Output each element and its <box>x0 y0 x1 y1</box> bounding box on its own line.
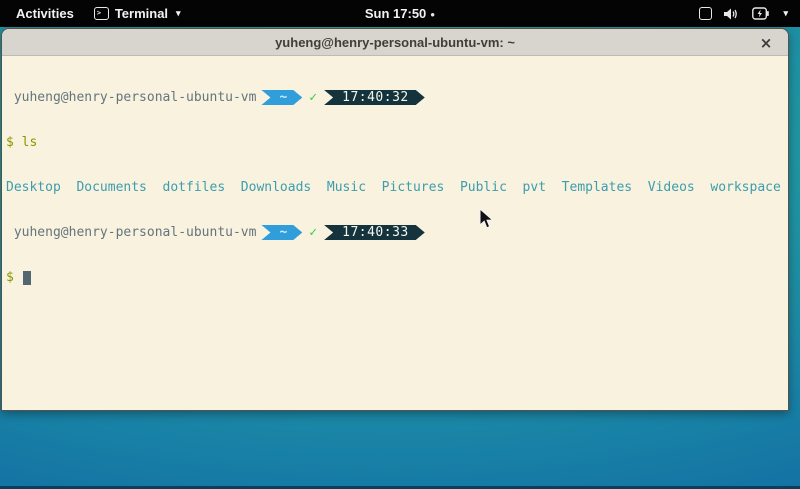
prompt-time-ribbon: 17:40:32 <box>324 90 425 105</box>
directory-name: Videos <box>648 180 695 195</box>
directory-name: workspace <box>710 180 780 195</box>
check-icon: ✓ <box>309 90 317 105</box>
prompt-user: yuheng@henry-personal-ubuntu-vm <box>6 90 256 105</box>
battery-charging-icon[interactable] <box>752 7 769 20</box>
top-bar: Activities > Terminal ▾ Sun 17:50 ● ▾ <box>0 0 800 27</box>
text-cursor <box>23 271 31 285</box>
directory-name: Public <box>460 180 507 195</box>
directory-name: Pictures <box>382 180 445 195</box>
prompt-user: yuheng@henry-personal-ubuntu-vm <box>6 225 256 240</box>
ls-output-line: Desktop Documents dotfiles Downloads Music Pi… <box>6 180 786 195</box>
clock-button[interactable]: Sun 17:50 ● <box>365 6 435 21</box>
volume-icon[interactable] <box>724 7 740 21</box>
prompt-time-ribbon: 17:40:33 <box>324 225 425 240</box>
directory-name: Music <box>327 180 366 195</box>
app-menu-terminal[interactable]: > Terminal ▾ <box>94 6 181 21</box>
directory-name: Templates <box>562 180 632 195</box>
current-input-line: $ <box>6 270 786 285</box>
prompt-path-ribbon: ~ <box>261 225 302 240</box>
window-titlebar[interactable]: yuheng@henry-personal-ubuntu-vm: ~ × <box>2 29 788 56</box>
terminal-content[interactable]: yuheng@henry-personal-ubuntu-vm ~ ✓ 17:4… <box>2 56 788 411</box>
activities-button[interactable]: Activities <box>10 6 80 21</box>
prompt-line-1: yuheng@henry-personal-ubuntu-vm ~ ✓ 17:4… <box>6 90 786 105</box>
directory-name: Desktop <box>6 180 61 195</box>
prompt-symbol: $ <box>6 135 22 150</box>
directory-name: Downloads <box>241 180 311 195</box>
system-tray[interactable]: ▾ <box>699 7 800 21</box>
display-icon[interactable] <box>699 7 712 20</box>
prompt-symbol: $ <box>6 270 14 285</box>
tray-chevron-down-icon[interactable]: ▾ <box>783 8 788 19</box>
window-title: yuheng@henry-personal-ubuntu-vm: ~ <box>275 35 515 50</box>
app-menu-label: Terminal <box>115 6 168 21</box>
directory-name: pvt <box>523 180 546 195</box>
directory-name: Documents <box>76 180 146 195</box>
directory-name: dotfiles <box>163 180 226 195</box>
command-line: $ ls <box>6 135 786 150</box>
notification-dot-icon: ● <box>430 10 435 19</box>
terminal-app-icon: > <box>94 7 109 20</box>
command-text: ls <box>22 135 38 150</box>
chevron-down-icon: ▾ <box>176 8 181 19</box>
prompt-path-ribbon: ~ <box>261 90 302 105</box>
terminal-window: yuheng@henry-personal-ubuntu-vm: ~ × yuh… <box>1 28 789 411</box>
clock-label: Sun 17:50 <box>365 6 426 21</box>
prompt-line-2: yuheng@henry-personal-ubuntu-vm ~ ✓ 17:4… <box>6 225 786 240</box>
close-icon[interactable]: × <box>754 29 778 56</box>
check-icon: ✓ <box>309 225 317 240</box>
